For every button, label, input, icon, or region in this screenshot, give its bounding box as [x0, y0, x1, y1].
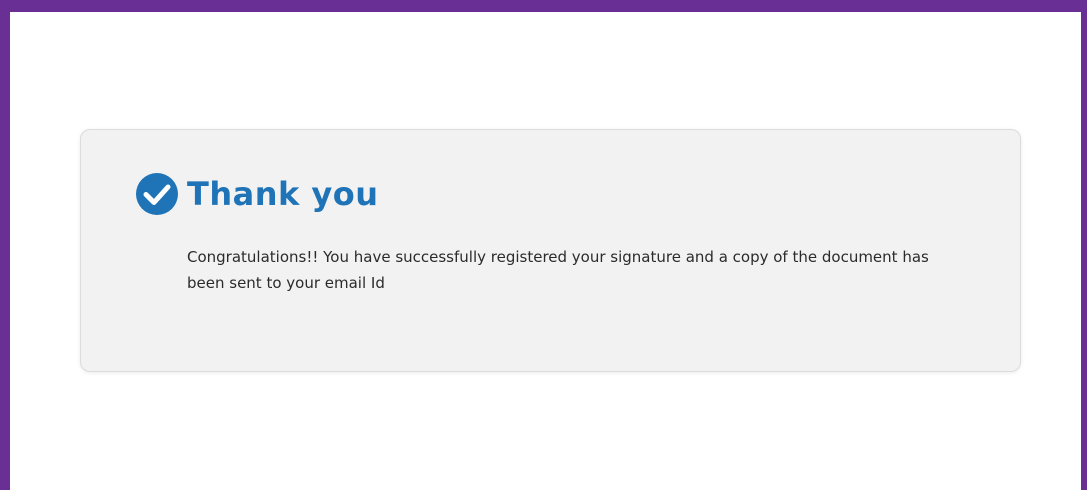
confirmation-header: Thank you — [135, 172, 379, 216]
confirmation-card: Thank you Congratulations!! You have suc… — [80, 129, 1021, 372]
confirmation-message: Congratulations!! You have successfully … — [187, 248, 929, 292]
page-frame: Thank you Congratulations!! You have suc… — [10, 12, 1081, 490]
confirmation-title: Thank you — [187, 175, 379, 213]
check-circle-icon — [135, 172, 179, 216]
